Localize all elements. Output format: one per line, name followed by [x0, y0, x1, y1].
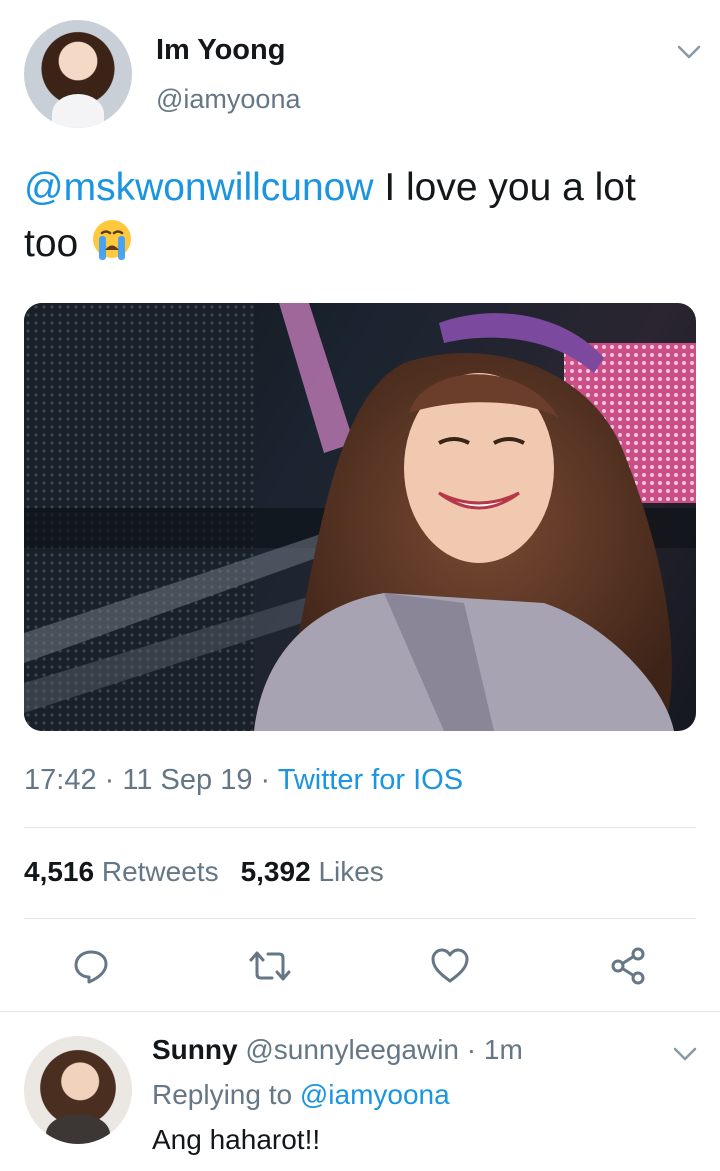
- meta-separator: ·: [466, 1034, 477, 1065]
- reply-button[interactable]: [69, 944, 113, 988]
- tweet-stats: 4,516 Retweets 5,392 Likes: [24, 856, 384, 888]
- tweet-date[interactable]: 11 Sep 19: [122, 764, 252, 796]
- replying-to-label: Replying to: [152, 1079, 293, 1110]
- reply-header: Sunny @sunnyleegawin · 1m: [152, 1034, 523, 1066]
- tweet-text: @mskwonwillcunow I love you a lot too: [24, 160, 694, 272]
- divider: [0, 1011, 720, 1012]
- retweets-stat[interactable]: 4,516 Retweets: [24, 856, 219, 887]
- reply-author-name[interactable]: Sunny: [152, 1034, 238, 1065]
- heart-icon: [431, 948, 469, 983]
- share-icon: [611, 947, 645, 985]
- retweet-icon: [249, 951, 291, 981]
- retweets-count: 4,516: [24, 856, 95, 887]
- author-handle[interactable]: @iamyoona: [156, 84, 300, 115]
- author-avatar[interactable]: [24, 20, 132, 128]
- retweet-button[interactable]: [248, 944, 292, 988]
- author-name[interactable]: Im Yoong: [156, 34, 285, 67]
- likes-stat[interactable]: 5,392 Likes: [241, 856, 384, 887]
- reply-age: 1m: [483, 1034, 523, 1065]
- like-button[interactable]: [428, 944, 472, 988]
- likes-count: 5,392: [240, 856, 311, 887]
- reply-text: Ang haharot!!: [152, 1124, 321, 1155]
- meta-separator: ·: [260, 764, 271, 796]
- replying-to-handle[interactable]: @iamyoona: [300, 1079, 450, 1110]
- replying-to: Replying to @iamyoona: [152, 1079, 450, 1111]
- reply-author-avatar[interactable]: [24, 1036, 132, 1144]
- loudly-crying-face-emoji-icon: [93, 220, 132, 260]
- meta-separator: ·: [104, 764, 115, 796]
- divider: [24, 918, 696, 919]
- divider: [24, 827, 696, 828]
- tweet-mention[interactable]: @mskwonwillcunow: [24, 166, 374, 209]
- reply-author-handle[interactable]: @sunnyleegawin: [245, 1034, 459, 1065]
- tweet-photo[interactable]: [24, 303, 696, 731]
- chevron-down-icon[interactable]: [672, 1046, 698, 1062]
- tweet-time: 17:42: [24, 764, 97, 796]
- share-button[interactable]: [607, 944, 651, 988]
- tweet-source[interactable]: Twitter for IOS: [278, 764, 463, 796]
- reply-icon: [74, 950, 108, 984]
- retweets-label: Retweets: [101, 856, 219, 887]
- likes-label: Likes: [318, 856, 384, 887]
- tweet-meta: 17:42 · 11 Sep 19 · Twitter for IOS: [24, 764, 463, 797]
- chevron-down-icon[interactable]: [676, 44, 702, 60]
